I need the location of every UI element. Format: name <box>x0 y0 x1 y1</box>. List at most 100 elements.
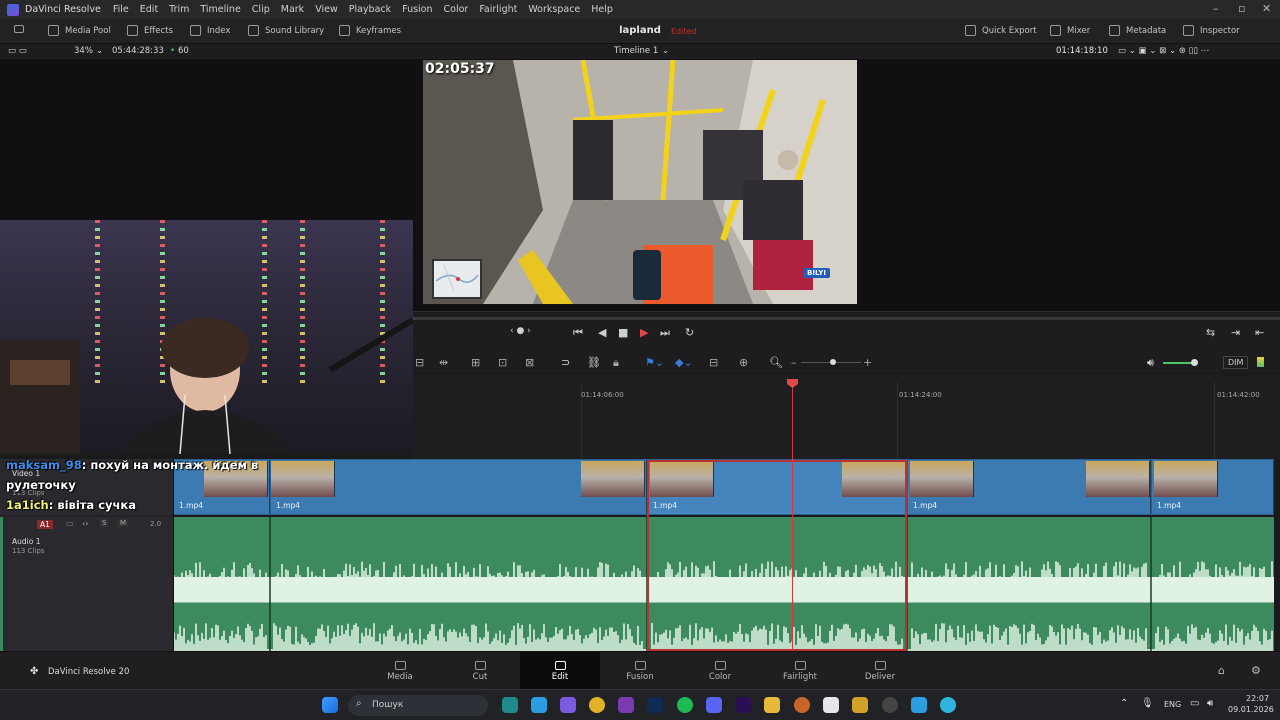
viewer-layout-icon[interactable]: ▭ ▭ <box>8 46 27 56</box>
telegram-icon[interactable] <box>531 697 547 713</box>
zoom-to-fit-icon[interactable]: ⊟ <box>709 356 718 369</box>
taskbar-search[interactable]: ⌕ Пошук <box>348 695 488 716</box>
effects-button[interactable]: Effects <box>127 25 173 36</box>
copilot-icon[interactable] <box>560 697 576 713</box>
menu-edit[interactable]: Edit <box>140 4 158 15</box>
close-icon[interactable]: ✕ <box>1262 2 1271 15</box>
app-icon[interactable] <box>852 697 868 713</box>
zoom-detail-icon[interactable]: ⊕ <box>739 356 748 369</box>
microphone-icon[interactable]: 🎙︎ <box>1141 698 1154 709</box>
keyframes-button[interactable]: Keyframes <box>339 25 401 36</box>
video-clip-selected[interactable]: 1.mp4 <box>648 460 907 514</box>
sound-library-button[interactable]: Sound Library <box>248 25 324 36</box>
last-frame-icon[interactable]: ⇤ <box>1255 326 1264 339</box>
menu-file[interactable]: File <box>113 4 129 15</box>
network-icon[interactable]: ▭ <box>1190 698 1199 709</box>
menu-fusion[interactable]: Fusion <box>402 4 432 15</box>
discord-icon[interactable] <box>706 697 722 713</box>
premiere-icon[interactable] <box>735 697 751 713</box>
telegram-icon[interactable] <box>911 697 927 713</box>
home-icon[interactable]: ⌂ <box>1218 664 1225 677</box>
volume-icon[interactable]: 🔊︎ <box>1207 698 1213 709</box>
mixer-button[interactable]: Mixer <box>1050 25 1090 36</box>
match-frame-icon[interactable]: ⇆ <box>1206 326 1215 339</box>
overwrite-clip-icon[interactable]: ⊡ <box>498 356 507 369</box>
menu-timeline[interactable]: Timeline <box>200 4 240 15</box>
language-indicator[interactable]: ENG <box>1164 700 1181 709</box>
menu-color[interactable]: Color <box>444 4 469 15</box>
lock-icon[interactable]: ▭ <box>66 519 74 528</box>
menu-trim[interactable]: Trim <box>169 4 189 15</box>
browser-icon[interactable] <box>794 697 810 713</box>
menu-clip[interactable]: Clip <box>252 4 270 15</box>
lock-icon[interactable]: 🔒︎ <box>613 356 619 370</box>
panel-toggle-icon[interactable] <box>14 25 30 33</box>
page-deliver[interactable]: Deliver <box>840 652 920 690</box>
dim-button[interactable]: DIM <box>1223 356 1249 369</box>
play-icon[interactable]: ▶ <box>640 326 648 339</box>
menu-help[interactable]: Help <box>591 4 613 15</box>
page-fusion[interactable]: Fusion <box>600 652 680 690</box>
viewer-options-icon[interactable]: ▭ ⌄ ▣ ⌄ ⊠ ⌄ ⊛ ▯▯ ⋯ <box>1118 46 1209 56</box>
video-clip[interactable]: 1.mp4 <box>908 460 1151 514</box>
menu-fairlight[interactable]: Fairlight <box>479 4 517 15</box>
quick-export-button[interactable]: Quick Export <box>965 25 1037 36</box>
minimize-icon[interactable]: – <box>1213 2 1219 15</box>
page-color[interactable]: Color <box>680 652 760 690</box>
linked-selection-icon[interactable]: ⛓ <box>587 356 601 369</box>
play-reverse-icon[interactable]: ◀ <box>598 326 606 339</box>
photoshop-icon[interactable] <box>647 697 663 713</box>
obs-icon[interactable] <box>882 697 898 713</box>
mute-button[interactable]: M <box>118 519 129 527</box>
stop-icon[interactable]: ■ <box>618 326 628 339</box>
playhead[interactable] <box>792 383 793 651</box>
viewer-video-frame[interactable] <box>423 60 857 304</box>
replace-clip-icon[interactable]: ⊠ <box>525 356 534 369</box>
clock-time[interactable]: 22:07 <box>1246 694 1269 703</box>
audio-track-header[interactable]: A1 ▭ ‹› S M 2.0 Audio 1 113 Clips <box>0 517 173 651</box>
timeline-ruler[interactable]: 01:14:06:00 01:14:24:00 01:14:42:00 <box>413 375 1280 459</box>
menu-mark[interactable]: Mark <box>281 4 304 15</box>
insert-clip-icon[interactable]: ⊞ <box>471 356 480 369</box>
chevron-down-icon[interactable]: ⌄ <box>662 46 669 56</box>
metadata-button[interactable]: Metadata <box>1109 25 1166 36</box>
spotify-icon[interactable] <box>677 697 693 713</box>
inspector-button[interactable]: Inspector <box>1183 25 1240 36</box>
zoom-slider-handle[interactable] <box>830 359 836 365</box>
audio-track-id[interactable]: A1 <box>37 520 53 529</box>
zoom-level[interactable]: 34% <box>74 46 93 56</box>
timeline-name[interactable]: Timeline 1 <box>614 46 658 56</box>
loop-icon[interactable]: ↻ <box>685 326 694 339</box>
menu-workspace[interactable]: Workspace <box>528 4 580 15</box>
video-clip[interactable]: 1.mp4 <box>1152 460 1274 514</box>
zoom-out-icon[interactable]: – <box>791 356 797 369</box>
marker-icon[interactable]: ◆⌄ <box>675 356 693 369</box>
flag-icon[interactable]: ⚑⌄ <box>645 356 664 369</box>
go-to-start-icon[interactable]: ⏮ <box>573 326 583 340</box>
menu-playback[interactable]: Playback <box>349 4 391 15</box>
chevron-down-icon[interactable]: ⌄ <box>96 46 103 56</box>
app-icon[interactable] <box>940 697 956 713</box>
trim-mode-icon[interactable]: ⇹ <box>439 356 448 369</box>
solo-button[interactable]: S <box>100 519 109 527</box>
notepad-icon[interactable] <box>823 697 839 713</box>
viewer-scrubber[interactable] <box>413 317 1280 320</box>
clock-date[interactable]: 09.01.2026 <box>1228 705 1274 714</box>
speaker-icon[interactable]: 🔊︎ <box>1147 356 1154 370</box>
gear-icon[interactable]: ⚙ <box>1251 664 1261 677</box>
zoom-in-icon[interactable]: + <box>863 356 872 369</box>
chrome-icon[interactable] <box>589 697 605 713</box>
menu-view[interactable]: View <box>315 4 338 15</box>
go-to-end-icon[interactable]: ⏭ <box>660 326 670 340</box>
page-media[interactable]: Media <box>360 652 440 690</box>
jog-control-icon[interactable]: ‹ ● › <box>510 326 531 336</box>
page-edit[interactable]: Edit <box>520 652 600 690</box>
volume-slider-handle[interactable] <box>1191 359 1198 366</box>
video-track[interactable]: 1.mp4 1.mp4 1.mp4 1.mp4 1.mp4 <box>174 459 1274 515</box>
file-explorer-icon[interactable] <box>764 697 780 713</box>
page-fairlight[interactable]: Fairlight <box>760 652 840 690</box>
next-edit-icon[interactable]: ⇥ <box>1231 326 1240 339</box>
selection-mode-icon[interactable]: ⊟ <box>415 356 424 369</box>
index-button[interactable]: Index <box>190 25 230 36</box>
zoom-custom-icon[interactable]: 🔍︎ <box>769 356 783 369</box>
